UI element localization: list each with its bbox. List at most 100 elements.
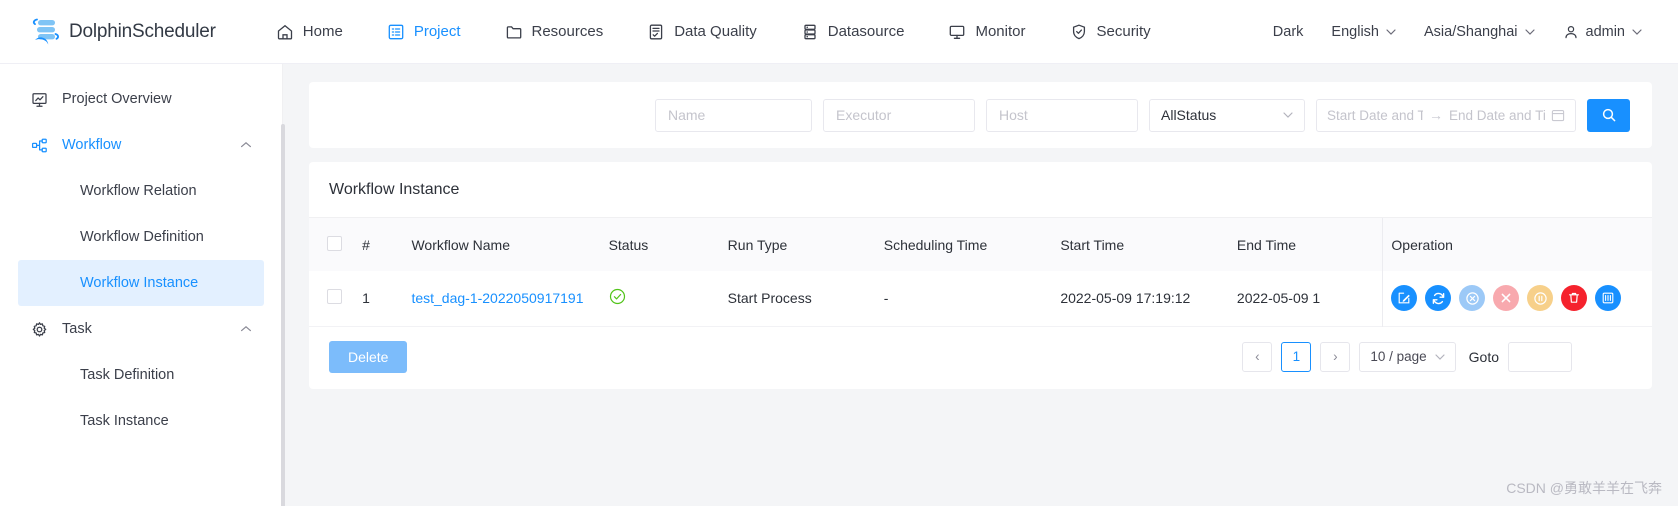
nav-item-datasource[interactable]: Datasource (779, 0, 927, 64)
gear-icon (30, 320, 48, 338)
filter-bar: Name Executor Host AllStatus Start Date … (309, 82, 1652, 148)
monitor-icon (948, 23, 966, 41)
sidebar-item-project-overview[interactable]: Project Overview (0, 76, 282, 122)
row-select-cell (309, 271, 354, 326)
table-body: 1 test_dag-1-2022050917191 (309, 271, 1652, 326)
project-icon (387, 23, 405, 41)
dolphinscheduler-logo-icon (26, 13, 64, 51)
column-start-time: Start Time (1052, 218, 1229, 271)
rerun-button[interactable] (1425, 285, 1451, 311)
select-all-checkbox[interactable] (327, 236, 342, 251)
delete-button[interactable] (1561, 285, 1587, 311)
pencil-square-icon (1397, 291, 1411, 305)
sidebar-item-task-instance[interactable]: Task Instance (18, 398, 264, 444)
workflow-icon (30, 136, 48, 154)
pause-button[interactable] (1527, 285, 1553, 311)
overview-icon (30, 90, 48, 108)
name-input[interactable]: Name (655, 99, 812, 132)
close-icon (1499, 291, 1513, 305)
edit-button[interactable] (1391, 285, 1417, 311)
cancel-button[interactable] (1493, 285, 1519, 311)
search-button[interactable] (1587, 99, 1630, 132)
row-end-time: 2022-05-09 1 (1229, 271, 1383, 326)
user-menu[interactable]: admin (1549, 24, 1657, 40)
prev-page-button[interactable]: ‹ (1242, 342, 1272, 372)
row-operation-cell (1383, 271, 1652, 326)
nav-item-data-quality[interactable]: Data Quality (625, 0, 779, 64)
column-status: Status (601, 218, 720, 271)
row-checkbox[interactable] (327, 289, 342, 304)
page-size-value: 10 / page (1370, 349, 1426, 364)
main-nav: Home Project Resources (254, 0, 1173, 64)
select-all-header (309, 218, 354, 271)
data-quality-icon (647, 23, 665, 41)
name-input-placeholder: Name (668, 107, 705, 123)
chevron-up-icon[interactable] (240, 325, 252, 333)
table-header-row: # Workflow Name Status Run Type Scheduli… (309, 218, 1652, 271)
user-icon (1563, 24, 1579, 40)
language-selector[interactable]: English (1317, 24, 1410, 40)
sidebar-item-workflow-relation[interactable]: Workflow Relation (18, 168, 264, 214)
sidebar-item-label: Workflow Relation (80, 183, 197, 199)
row-scheduling-time: - (876, 271, 1053, 326)
sidebar-item-workflow-definition[interactable]: Workflow Definition (18, 214, 264, 260)
executor-input-placeholder: Executor (836, 107, 891, 123)
column-scheduling-time: Scheduling Time (876, 218, 1053, 271)
nav-label: Monitor (975, 23, 1025, 40)
chevron-down-icon (1632, 29, 1642, 35)
sidebar-item-label: Task Instance (80, 413, 169, 429)
card-title: Workflow Instance (309, 162, 1652, 218)
nav-label: Home (303, 23, 343, 40)
brand[interactable]: DolphinScheduler (0, 13, 216, 51)
sidebar-scrollbar[interactable] (281, 124, 285, 506)
next-page-button[interactable]: › (1320, 342, 1350, 372)
nav-label: Resources (532, 23, 604, 40)
workflow-instance-table: # Workflow Name Status Run Type Scheduli… (309, 218, 1652, 327)
page-size-select[interactable]: 10 / page (1359, 342, 1455, 372)
column-workflow-name: Workflow Name (403, 218, 600, 271)
page-number-1[interactable]: 1 (1281, 342, 1311, 372)
chevron-up-icon[interactable] (240, 141, 252, 149)
trash-icon (1567, 291, 1581, 305)
sidebar-item-label: Workflow Instance (80, 275, 198, 291)
row-start-time: 2022-05-09 17:19:12 (1052, 271, 1229, 326)
database-icon (801, 23, 819, 41)
column-index: # (354, 218, 403, 271)
stop-circle-icon (1465, 291, 1480, 306)
folder-icon (505, 23, 523, 41)
nav-item-project[interactable]: Project (365, 0, 483, 64)
sidebar-group-task[interactable]: Task (0, 306, 282, 352)
gantt-chart-icon (1601, 291, 1615, 305)
date-range-picker[interactable]: Start Date and Tin → End Date and Tin (1316, 99, 1576, 132)
host-input[interactable]: Host (986, 99, 1138, 132)
nav-item-resources[interactable]: Resources (483, 0, 626, 64)
home-icon (276, 23, 294, 41)
status-select[interactable]: AllStatus (1149, 99, 1305, 132)
gantt-button[interactable] (1595, 285, 1621, 311)
timezone-selector[interactable]: Asia/Shanghai (1410, 24, 1549, 40)
top-navigation-bar: DolphinScheduler Home Project (0, 0, 1678, 64)
sidebar-group-workflow[interactable]: Workflow (0, 122, 282, 168)
executor-input[interactable]: Executor (823, 99, 975, 132)
stop-button[interactable] (1459, 285, 1485, 311)
sidebar-item-label: Task Definition (80, 367, 174, 383)
chevron-down-icon (1386, 29, 1396, 35)
bulk-delete-button[interactable]: Delete (329, 341, 407, 373)
nav-item-home[interactable]: Home (254, 0, 365, 64)
nav-item-security[interactable]: Security (1048, 0, 1173, 64)
sidebar-item-label: Workflow (62, 137, 121, 153)
sidebar-item-workflow-instance[interactable]: Workflow Instance (18, 260, 264, 306)
nav-label: Security (1097, 23, 1151, 40)
refresh-icon (1431, 291, 1446, 306)
nav-item-monitor[interactable]: Monitor (926, 0, 1047, 64)
end-date-placeholder: End Date and Tin (1449, 108, 1545, 123)
table-header: # Workflow Name Status Run Type Scheduli… (309, 218, 1652, 271)
row-index: 1 (354, 271, 403, 326)
language-label: English (1331, 24, 1379, 40)
goto-page-input[interactable] (1508, 342, 1572, 372)
column-operation: Operation (1383, 218, 1652, 271)
sidebar-item-task-definition[interactable]: Task Definition (18, 352, 264, 398)
workflow-name-link[interactable]: test_dag-1-2022050917191 (411, 290, 583, 306)
operation-buttons (1391, 285, 1644, 311)
theme-toggle[interactable]: Dark (1259, 24, 1318, 40)
